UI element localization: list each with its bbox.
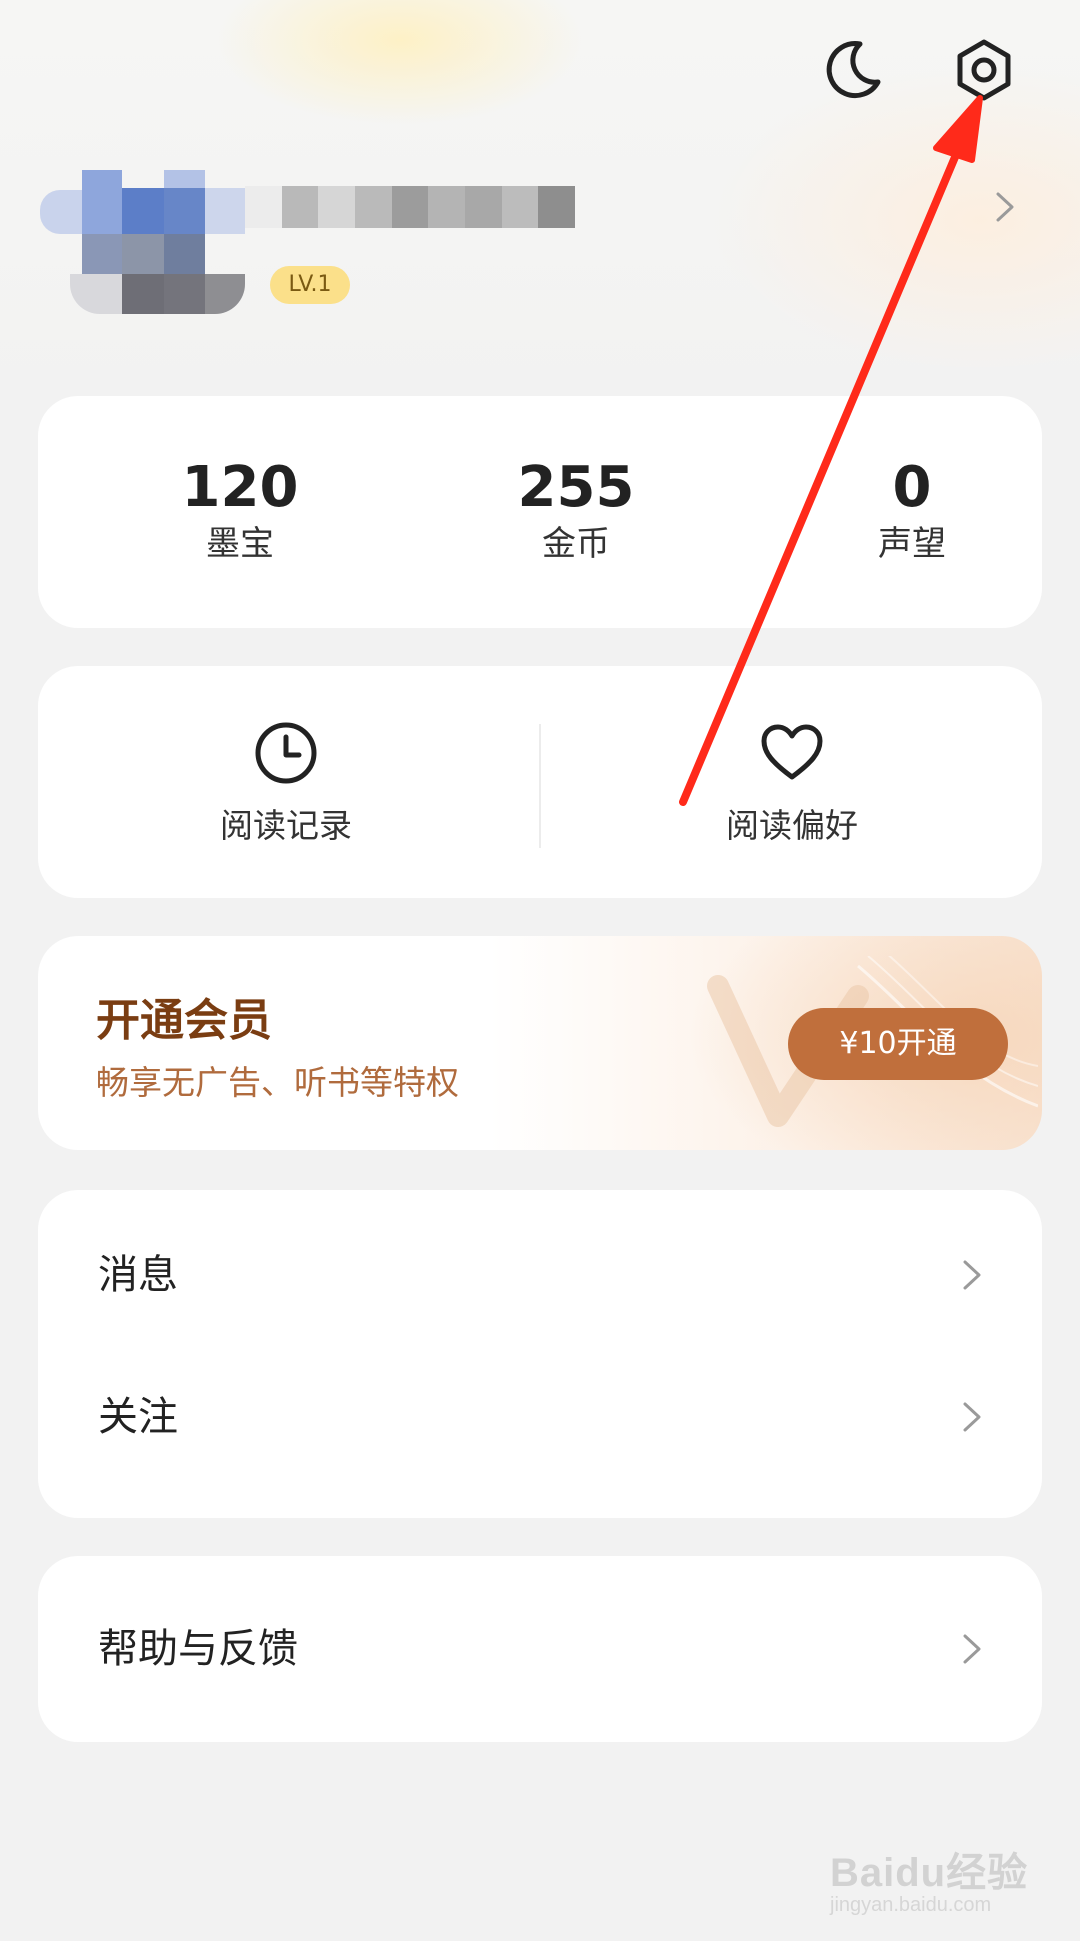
menu-item-messages[interactable]: 消息 (38, 1210, 1042, 1340)
quick-actions-card: 阅读记录 阅读偏好 (38, 666, 1042, 898)
night-mode-button[interactable] (812, 30, 892, 110)
settings-button[interactable] (944, 30, 1024, 110)
chevron-right-icon (963, 1260, 981, 1290)
reading-preference-button[interactable]: 阅读偏好 (642, 716, 942, 846)
level-badge: LV.1 (270, 266, 350, 304)
moon-icon (826, 41, 881, 98)
stat-label: 金币 (542, 524, 610, 564)
chevron-right-icon (963, 1402, 981, 1432)
vip-subtitle: 畅享无广告、听书等特权 (96, 1063, 459, 1102)
chevron-right-icon (963, 1634, 981, 1664)
stat-mobao[interactable]: 120 墨宝 (120, 456, 360, 566)
stat-label: 墨宝 (206, 524, 274, 564)
reading-history-button[interactable]: 阅读记录 (136, 716, 436, 846)
vip-banner[interactable]: 开通会员 畅享无广告、听书等特权 ¥10开通 (38, 936, 1042, 1150)
stat-coins[interactable]: 255 金币 (456, 456, 696, 566)
username (245, 186, 575, 228)
reading-preference-label: 阅读偏好 (726, 806, 858, 845)
chevron-right-icon[interactable] (990, 190, 1020, 224)
menu-item-following[interactable]: 关注 (38, 1352, 1042, 1482)
divider (539, 724, 541, 848)
clock-icon (255, 722, 317, 784)
vip-title: 开通会员 (96, 995, 272, 1046)
watermark-logo: Baidu经验 (830, 1851, 1029, 1895)
vip-subscribe-button[interactable]: ¥10开通 (788, 1008, 1008, 1080)
stats-card: 120 墨宝 255 金币 0 声望 (38, 396, 1042, 628)
stat-label: 声望 (878, 524, 946, 564)
reading-history-label: 阅读记录 (220, 806, 352, 845)
gear-icon (957, 39, 1011, 101)
stat-value: 255 (517, 455, 635, 520)
menu-item-label: 帮助与反馈 (98, 1626, 298, 1672)
stat-value: 120 (181, 455, 299, 520)
menu-group-2: 帮助与反馈 (38, 1556, 1042, 1742)
stat-value: 0 (892, 455, 932, 520)
menu-item-label: 消息 (98, 1252, 178, 1298)
menu-group-1: 消息 关注 (38, 1190, 1042, 1518)
avatar[interactable] (40, 150, 250, 330)
menu-item-help-feedback[interactable]: 帮助与反馈 (38, 1584, 1042, 1714)
baidu-watermark: Baidu经验 jingyan.baidu.com (830, 1840, 1050, 1930)
stat-reputation[interactable]: 0 声望 (792, 456, 1032, 566)
menu-item-label: 关注 (98, 1394, 178, 1440)
heart-icon (761, 724, 823, 780)
